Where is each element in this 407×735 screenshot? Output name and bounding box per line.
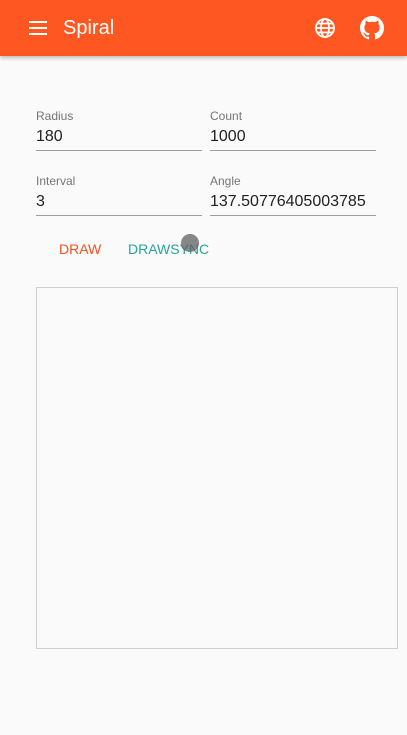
app-title: Spiral: [63, 17, 115, 39]
drawing-canvas[interactable]: [36, 287, 398, 649]
menu-icon[interactable]: [26, 16, 52, 40]
app-bar: Spiral: [0, 0, 407, 56]
radius-field: Radius: [36, 109, 202, 153]
globe-icon[interactable]: [313, 16, 337, 40]
radius-label: Radius: [36, 109, 74, 123]
interval-field: Interval: [36, 174, 202, 218]
angle-field: Angle: [210, 174, 376, 218]
github-icon[interactable]: [360, 16, 384, 40]
radius-input[interactable]: [36, 124, 202, 151]
pointer-cursor: [181, 234, 199, 252]
interval-input[interactable]: [36, 189, 202, 216]
interval-label: Interval: [36, 174, 76, 188]
count-input[interactable]: [210, 124, 376, 151]
count-field: Count: [210, 109, 376, 153]
count-label: Count: [210, 109, 243, 123]
angle-input[interactable]: [210, 189, 376, 216]
draw-button[interactable]: DRAW: [59, 237, 101, 261]
angle-label: Angle: [210, 174, 241, 188]
